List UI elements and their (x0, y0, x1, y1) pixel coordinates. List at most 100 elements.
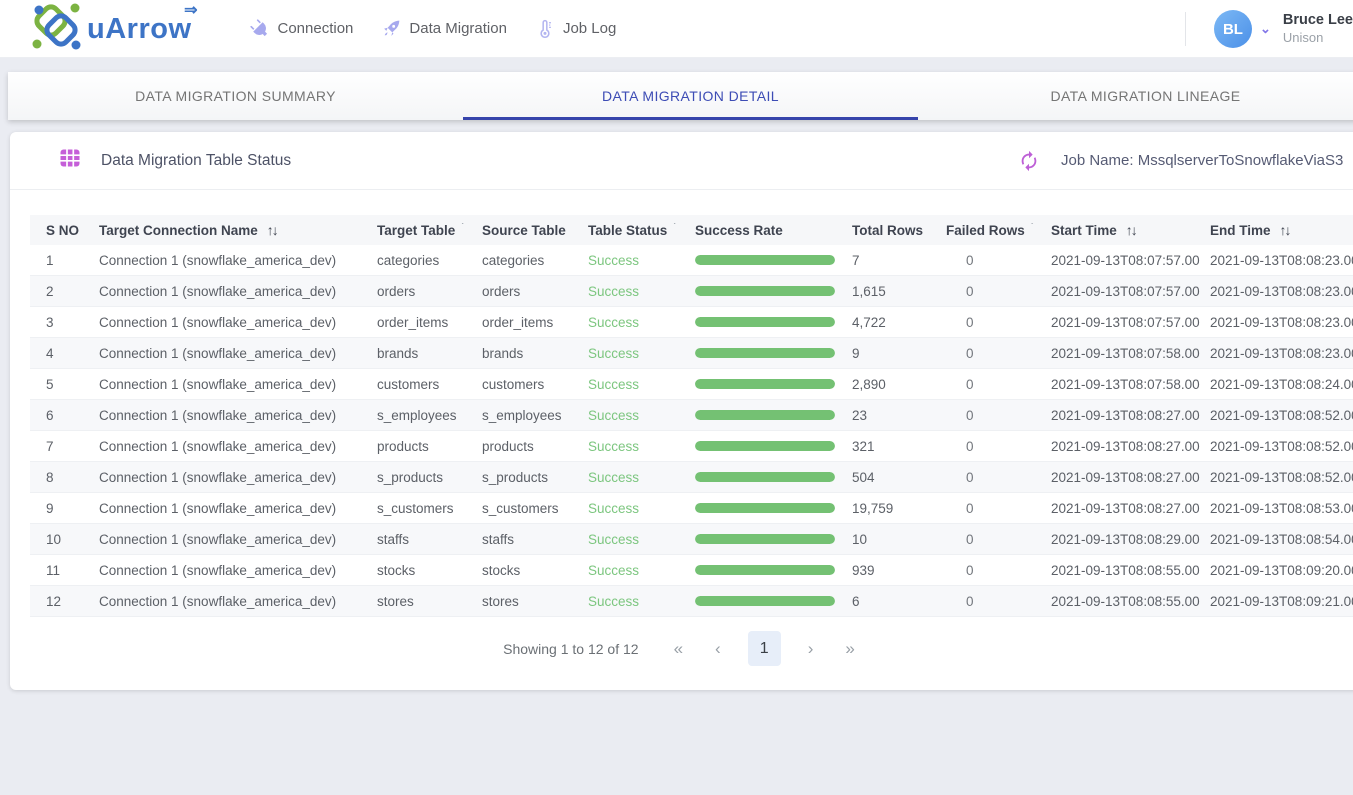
table-row: 3 Connection 1 (snowflake_america_dev) o… (30, 307, 1353, 338)
cell-target-table: s_employees (377, 408, 482, 423)
thermometer-icon (535, 19, 555, 39)
success-rate-bar-track (695, 255, 835, 265)
cell-target-table: brands (377, 346, 482, 361)
cell-end-time: 2021-09-13T08:08:24.00 (1210, 377, 1353, 392)
col-total-rows: Total Rows (852, 223, 946, 238)
col-table-status: Table Statusˊ (588, 223, 695, 238)
nav-label: Job Log (563, 20, 616, 37)
chevron-down-icon[interactable]: ⌄ (1260, 21, 1271, 37)
cell-end-time: 2021-09-13T08:08:52.00 (1210, 470, 1353, 485)
table-row: 9 Connection 1 (snowflake_america_dev) s… (30, 493, 1353, 524)
table-row: 7 Connection 1 (snowflake_america_dev) p… (30, 431, 1353, 462)
cell-total-rows: 19,759 (852, 501, 946, 516)
cell-failed-rows: 0 (946, 377, 1051, 392)
table-row: 8 Connection 1 (snowflake_america_dev) s… (30, 462, 1353, 493)
sort-updown-icon[interactable]: ↑↓ (1280, 222, 1290, 238)
success-rate-bar-fill (695, 596, 835, 606)
first-page-button[interactable]: « (669, 639, 688, 659)
success-rate-bar-fill (695, 565, 835, 575)
user-name: Bruce Lee (1283, 11, 1353, 30)
cell-start-time: 2021-09-13T08:08:27.00 (1051, 439, 1210, 454)
cell-target-connection: Connection 1 (snowflake_america_dev) (99, 253, 377, 268)
cell-s-no: 10 (30, 532, 99, 547)
cell-target-connection: Connection 1 (snowflake_america_dev) (99, 408, 377, 423)
cell-failed-rows: 0 (946, 470, 1051, 485)
app-root: uArrow ⇒ Connection (0, 0, 1353, 795)
success-rate-bar-track (695, 379, 835, 389)
cell-total-rows: 7 (852, 253, 946, 268)
prev-page-button[interactable]: ‹ (710, 639, 726, 659)
cell-table-status: Success (588, 501, 695, 516)
col-start-time: Start Time↑↓ (1051, 222, 1210, 238)
cell-s-no: 8 (30, 470, 99, 485)
current-page-button[interactable]: 1 (748, 631, 781, 666)
cell-total-rows: 6 (852, 594, 946, 609)
sort-updown-icon[interactable]: ↑↓ (1126, 222, 1136, 238)
table-row: 1 Connection 1 (snowflake_america_dev) c… (30, 245, 1353, 276)
top-bar: uArrow ⇒ Connection (0, 0, 1353, 58)
success-rate-bar-fill (695, 255, 835, 265)
cell-end-time: 2021-09-13T08:08:53.00 (1210, 501, 1353, 516)
tab-data-migration-detail[interactable]: DATA MIGRATION DETAIL (463, 72, 918, 120)
cell-target-connection: Connection 1 (snowflake_america_dev) (99, 594, 377, 609)
success-rate-bar-track (695, 348, 835, 358)
cell-end-time: 2021-09-13T08:08:23.00 (1210, 346, 1353, 361)
cell-total-rows: 9 (852, 346, 946, 361)
cell-target-table: staffs (377, 532, 482, 547)
logo[interactable]: uArrow ⇒ (30, 1, 192, 56)
cell-failed-rows: 0 (946, 439, 1051, 454)
cell-source-table: brands (482, 346, 588, 361)
cell-s-no: 7 (30, 439, 99, 454)
cell-s-no: 6 (30, 408, 99, 423)
cell-target-connection: Connection 1 (snowflake_america_dev) (99, 563, 377, 578)
pagination: Showing 1 to 12 of 12 « ‹ 1 › » (10, 631, 1353, 666)
success-rate-bar-track (695, 286, 835, 296)
tab-bar: DATA MIGRATION SUMMARY DATA MIGRATION DE… (8, 72, 1353, 120)
last-page-button[interactable]: » (840, 639, 859, 659)
next-page-button[interactable]: › (803, 639, 819, 659)
cell-success-rate (695, 410, 852, 420)
sort-updown-icon[interactable]: ↑↓ (267, 222, 277, 238)
cell-target-connection: Connection 1 (snowflake_america_dev) (99, 439, 377, 454)
cell-table-status: Success (588, 470, 695, 485)
cell-success-rate (695, 534, 852, 544)
cell-s-no: 5 (30, 377, 99, 392)
col-failed-rows: Failed Rowsˊ (946, 223, 1051, 238)
job-name-label: Job Name: MssqlserverToSnowflakeViaS3 (1061, 152, 1343, 169)
logo-icon (30, 1, 82, 56)
sort-tick-icon[interactable]: ˊ (673, 223, 676, 233)
cell-source-table: s_employees (482, 408, 588, 423)
panel-header: Data Migration Table Status Job Name: Ms… (10, 132, 1353, 190)
table-body: 1 Connection 1 (snowflake_america_dev) c… (30, 245, 1353, 617)
cell-success-rate (695, 379, 852, 389)
rocket-icon (381, 19, 401, 39)
cell-total-rows: 10 (852, 532, 946, 547)
success-rate-bar-fill (695, 503, 835, 513)
tab-data-migration-lineage[interactable]: DATA MIGRATION LINEAGE (918, 72, 1353, 120)
sort-tick-icon[interactable]: ˊ (1031, 223, 1034, 233)
cell-target-table: stocks (377, 563, 482, 578)
cell-source-table: order_items (482, 315, 588, 330)
cell-target-table: orders (377, 284, 482, 299)
cell-table-status: Success (588, 284, 695, 299)
header-divider (1185, 12, 1186, 46)
cell-failed-rows: 0 (946, 315, 1051, 330)
cell-target-table: order_items (377, 315, 482, 330)
nav-item-data-migration[interactable]: Data Migration (381, 19, 507, 39)
cell-target-connection: Connection 1 (snowflake_america_dev) (99, 532, 377, 547)
success-rate-bar-fill (695, 348, 835, 358)
col-s-no: S NO (30, 223, 99, 238)
nav-item-connection[interactable]: Connection (250, 19, 354, 39)
cell-end-time: 2021-09-13T08:08:23.00 (1210, 253, 1353, 268)
col-success-rate: Success Rate (695, 223, 852, 238)
cell-s-no: 2 (30, 284, 99, 299)
cell-start-time: 2021-09-13T08:08:29.00 (1051, 532, 1210, 547)
refresh-icon[interactable] (1018, 150, 1040, 172)
sort-tick-icon[interactable]: ˊ (461, 223, 464, 233)
table-row: 4 Connection 1 (snowflake_america_dev) b… (30, 338, 1353, 369)
avatar[interactable]: BL (1214, 10, 1252, 48)
tab-data-migration-summary[interactable]: DATA MIGRATION SUMMARY (8, 72, 463, 120)
nav-item-job-log[interactable]: Job Log (535, 19, 616, 39)
panel-title-group: Data Migration Table Status (57, 146, 291, 175)
table-row: 5 Connection 1 (snowflake_america_dev) c… (30, 369, 1353, 400)
